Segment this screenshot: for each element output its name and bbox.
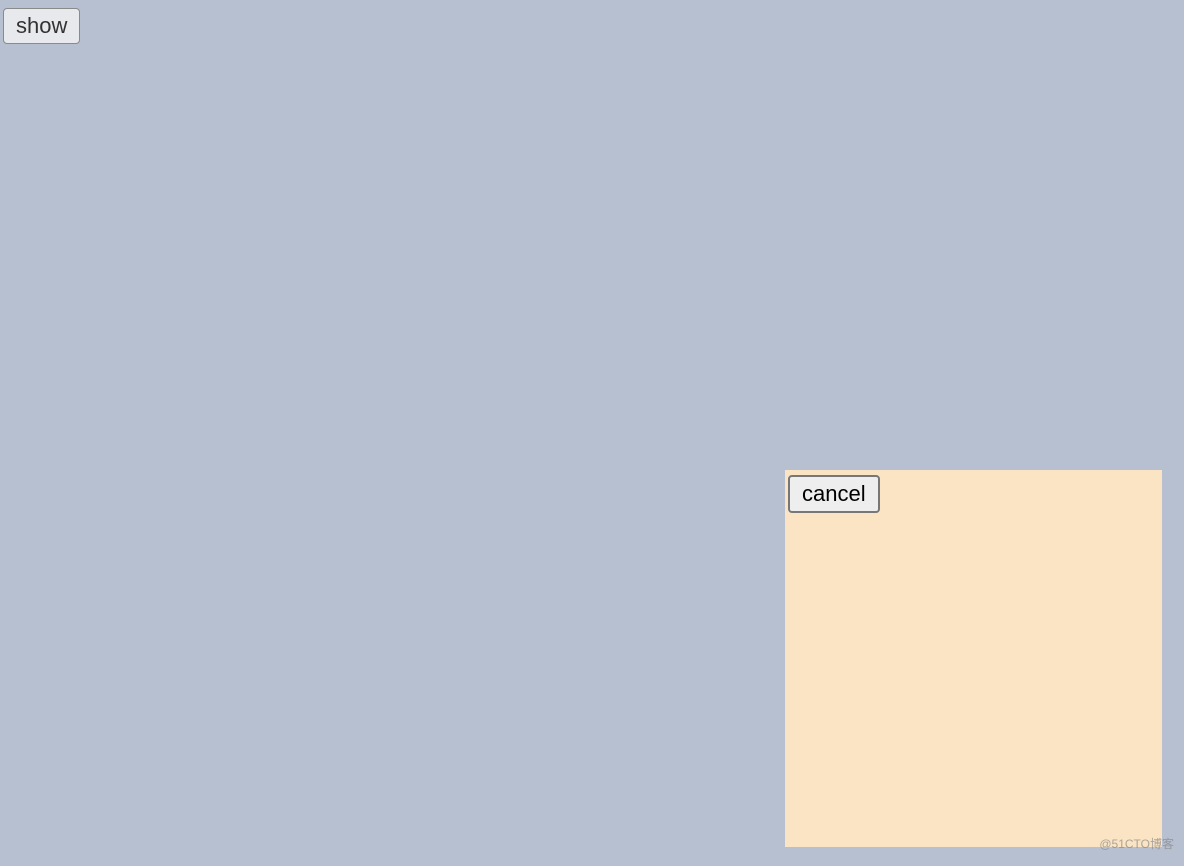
show-button[interactable]: show: [3, 8, 80, 44]
watermark-text: @51CTO博客: [1099, 835, 1174, 852]
cancel-button[interactable]: cancel: [788, 475, 880, 513]
panel: cancel: [785, 470, 1162, 847]
